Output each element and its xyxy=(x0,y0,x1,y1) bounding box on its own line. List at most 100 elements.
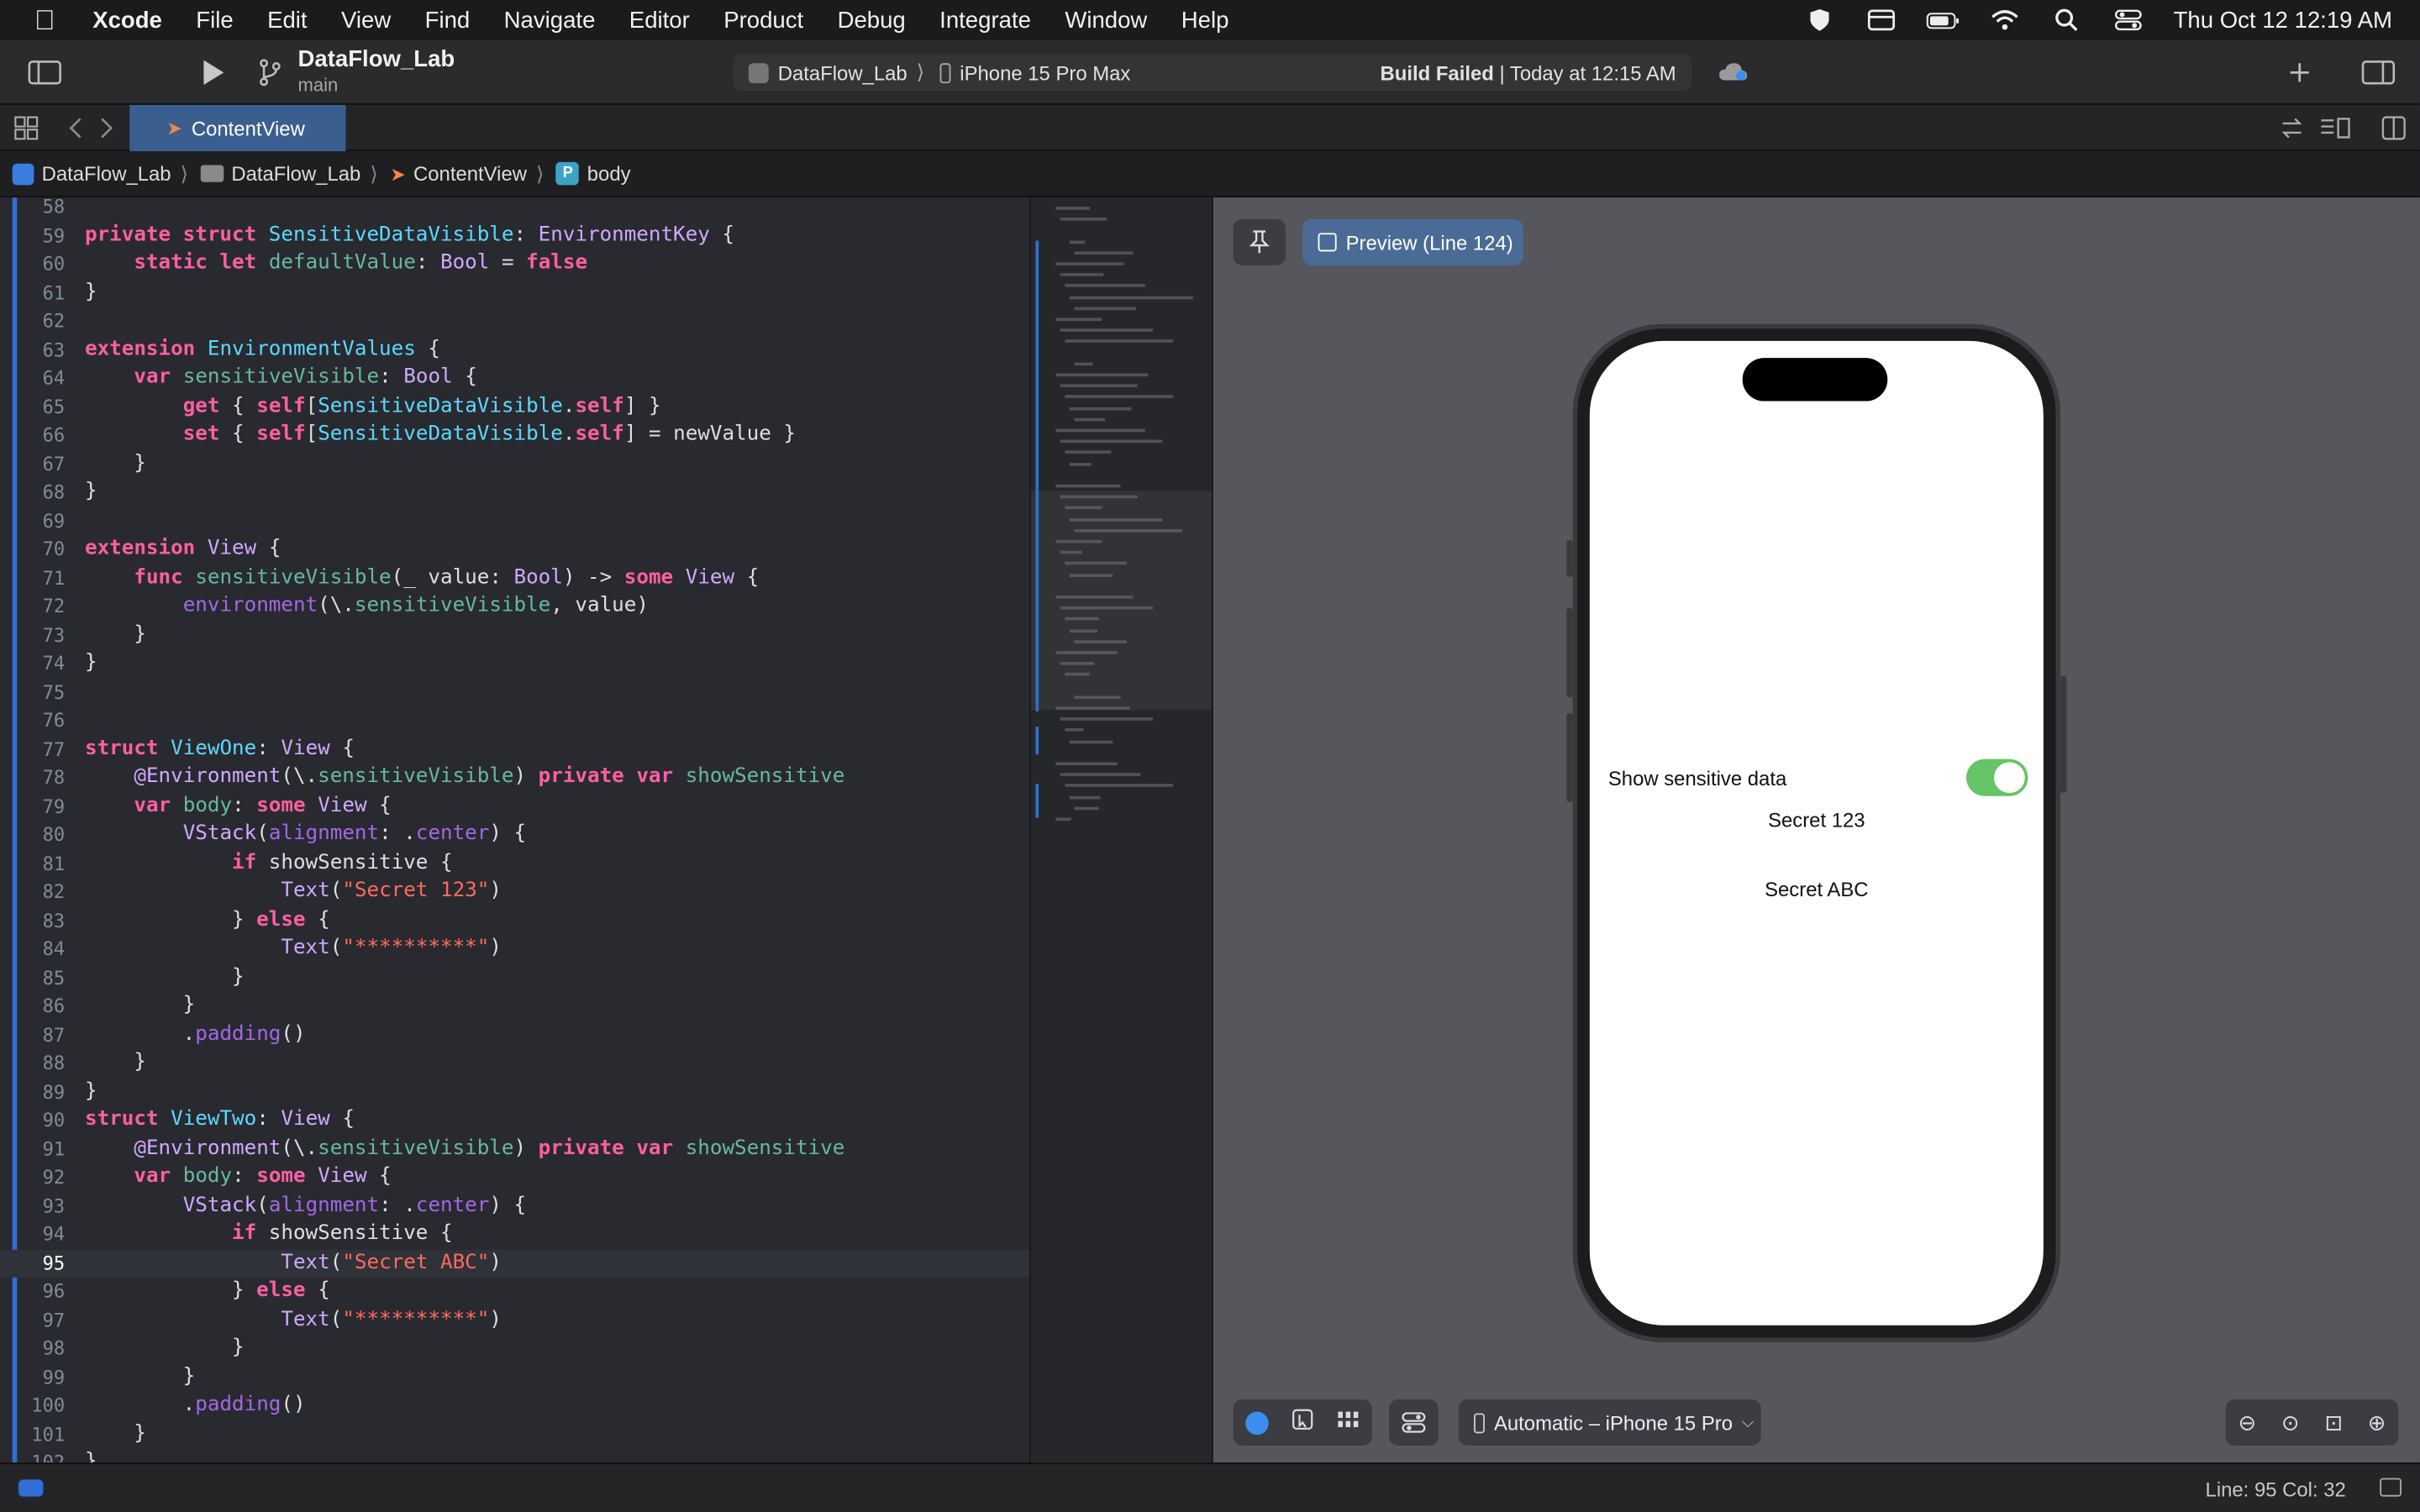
code-line[interactable]: 84 Text("**********") xyxy=(0,935,1029,963)
zoom-out-icon[interactable]: ⊖ xyxy=(2238,1410,2256,1436)
code-line[interactable]: 75 xyxy=(0,678,1029,706)
code-line[interactable]: 90 struct ViewTwo: View { xyxy=(0,1106,1029,1135)
code-line[interactable]: 63 extension EnvironmentValues { xyxy=(0,335,1029,364)
code-line[interactable]: 93 VStack(alignment: .center) { xyxy=(0,1192,1029,1221)
selectable-mode-icon[interactable] xyxy=(1291,1408,1313,1437)
zoom-actual-icon[interactable]: ⊙ xyxy=(2281,1410,2300,1436)
zoom-in-icon[interactable]: ⊕ xyxy=(2368,1410,2386,1436)
scheme-selector[interactable]: DataFlow_Lab ⟩ xyxy=(733,60,924,85)
code-line[interactable]: 60 static let defaultValue: Bool = false xyxy=(0,250,1029,279)
menu-edit[interactable]: Edit xyxy=(250,7,324,33)
destination-selector[interactable]: iPhone 15 Pro Max xyxy=(924,61,1130,84)
live-mode-icon[interactable] xyxy=(1244,1410,1268,1435)
minimap-visible-region[interactable] xyxy=(1030,491,1212,710)
code-line[interactable]: 96 } else { xyxy=(0,1278,1029,1306)
code-line[interactable]: 86 } xyxy=(0,992,1029,1021)
branch-icon[interactable] xyxy=(250,52,291,92)
navigator-toggle-icon[interactable] xyxy=(24,52,65,92)
code-line[interactable]: 66 set { self[SensitiveDataVisible.self]… xyxy=(0,421,1029,449)
variants-icon[interactable] xyxy=(1336,1409,1360,1436)
pin-icon[interactable] xyxy=(1233,218,1286,265)
zoom-fit-icon[interactable]: ⊡ xyxy=(2324,1410,2343,1436)
tab-contentview[interactable]: ➤ ContentView xyxy=(129,104,346,151)
code-line[interactable]: 59 private struct SensitiveDataVisible: E… xyxy=(0,222,1029,250)
code-line[interactable]: 68} xyxy=(0,478,1029,507)
run-button-icon[interactable] xyxy=(193,52,234,92)
apple-icon[interactable]:  xyxy=(0,4,90,37)
code-line[interactable]: 77 struct ViewOne: View { xyxy=(0,735,1029,764)
menu-debug[interactable]: Debug xyxy=(820,7,923,33)
code-line[interactable]: 69 xyxy=(0,507,1029,535)
code-line[interactable]: 67 } xyxy=(0,449,1029,478)
code-line[interactable]: 65 get { self[SensitiveDataVisible.self]… xyxy=(0,392,1029,421)
code-line[interactable]: 71 func sensitiveVisible(_ value: Bool) … xyxy=(0,564,1029,592)
code-line[interactable]: 82 Text("Secret 123") xyxy=(0,878,1029,906)
shield-status-icon[interactable] xyxy=(1803,8,1837,32)
code-line[interactable]: 81 if showSensitive { xyxy=(0,849,1029,878)
code-line[interactable]: 58 xyxy=(0,197,1029,221)
code-line[interactable]: 78 @Environment(\.sensitiveVisible) priv… xyxy=(0,764,1029,792)
menu-product[interactable]: Product xyxy=(707,7,820,33)
build-status[interactable]: Build Failed | Today at 12:15 AM xyxy=(1381,61,1676,85)
breadcrumb-symbol[interactable]: P body xyxy=(556,161,631,186)
inspector-toggle-icon[interactable] xyxy=(2359,52,2399,92)
code-line-current[interactable]: 95 Text("Secret ABC") xyxy=(0,1248,1030,1278)
debug-area-indicator-icon[interactable] xyxy=(18,1479,44,1497)
code-line[interactable]: 102} xyxy=(0,1449,1029,1463)
menu-navigate[interactable]: Navigate xyxy=(487,7,612,33)
code-line[interactable]: 89} xyxy=(0,1078,1029,1106)
breadcrumb-folder[interactable]: DataFlow_Lab xyxy=(200,162,360,185)
code-line[interactable]: 73 } xyxy=(0,621,1029,649)
code-line[interactable]: 88 } xyxy=(0,1049,1029,1078)
code-line[interactable]: 87 .padding() xyxy=(0,1021,1029,1049)
code-line[interactable]: 92 var body: some View { xyxy=(0,1163,1029,1192)
menu-find[interactable]: Find xyxy=(408,7,487,33)
code-line[interactable]: 83 } else { xyxy=(0,906,1029,935)
add-icon[interactable] xyxy=(2280,52,2320,92)
source-editor[interactable]: 58 59 private struct SensitiveDataVisible… xyxy=(0,197,1030,1463)
code-line[interactable]: 100 .padding() xyxy=(0,1392,1029,1420)
code-line[interactable]: 62 xyxy=(0,307,1029,336)
code-line[interactable]: 99 } xyxy=(0,1363,1029,1392)
menu-file[interactable]: File xyxy=(179,7,250,33)
forward-chevron-icon[interactable] xyxy=(87,108,127,149)
preview-selector-button[interactable]: Preview (Line 124) xyxy=(1302,218,1523,265)
breadcrumb-project[interactable]: DataFlow_Lab xyxy=(12,162,171,185)
code-line[interactable]: 85 } xyxy=(0,963,1029,992)
code-line[interactable]: 80 VStack(alignment: .center) { xyxy=(0,821,1029,849)
cloud-status-icon[interactable] xyxy=(1713,52,1754,92)
preview-device-selector[interactable]: Automatic – iPhone 15 Pro ⌵ xyxy=(1458,1399,1761,1446)
menu-window[interactable]: Window xyxy=(1048,7,1164,33)
code-line[interactable]: 64 var sensitiveVisible: Bool { xyxy=(0,364,1029,392)
menubar-clock[interactable]: Thu Oct 12 12:19 AM xyxy=(2174,7,2392,33)
code-line[interactable]: 91 @Environment(\.sensitiveVisible) priv… xyxy=(0,1135,1029,1163)
calendar-status-icon[interactable] xyxy=(1865,8,1898,32)
menu-app-xcode[interactable]: Xcode xyxy=(90,7,180,33)
control-center-icon[interactable] xyxy=(2112,8,2145,32)
menu-view[interactable]: View xyxy=(324,7,408,33)
device-screen[interactable]: Show sensitive data Secret 123 Secret AB… xyxy=(1589,340,2044,1326)
editor-options-icon[interactable] xyxy=(2315,108,2355,149)
battery-icon[interactable] xyxy=(1927,8,1960,32)
menu-editor[interactable]: Editor xyxy=(613,7,707,33)
search-icon[interactable] xyxy=(2050,8,2084,32)
menu-help[interactable]: Help xyxy=(1165,7,1246,33)
project-title[interactable]: DataFlow_Lab main xyxy=(297,46,455,96)
code-line[interactable]: 97 Text("**********") xyxy=(0,1306,1029,1335)
code-line[interactable]: 70 extension View { xyxy=(0,535,1029,564)
breadcrumb-file[interactable]: ➤ ContentView xyxy=(390,162,527,186)
sensitive-toggle-row[interactable]: Show sensitive data xyxy=(1608,758,2028,798)
code-line[interactable]: 72 environment(\.sensitiveVisible, value… xyxy=(0,592,1029,621)
code-line[interactable]: 101 } xyxy=(0,1420,1029,1449)
code-line[interactable]: 61} xyxy=(0,279,1029,307)
debug-area-toggle-icon[interactable] xyxy=(2380,1478,2402,1497)
related-items-icon[interactable] xyxy=(2272,108,2312,149)
code-line[interactable]: 74} xyxy=(0,649,1029,678)
device-settings-icon[interactable] xyxy=(1389,1399,1439,1446)
add-editor-icon[interactable] xyxy=(2374,108,2414,149)
menu-integrate[interactable]: Integrate xyxy=(923,7,1048,33)
code-line[interactable]: 76 xyxy=(0,706,1029,735)
code-line[interactable]: 98 } xyxy=(0,1335,1029,1363)
minimap[interactable] xyxy=(1029,197,1212,1463)
code-line[interactable]: 79 var body: some View { xyxy=(0,792,1029,821)
